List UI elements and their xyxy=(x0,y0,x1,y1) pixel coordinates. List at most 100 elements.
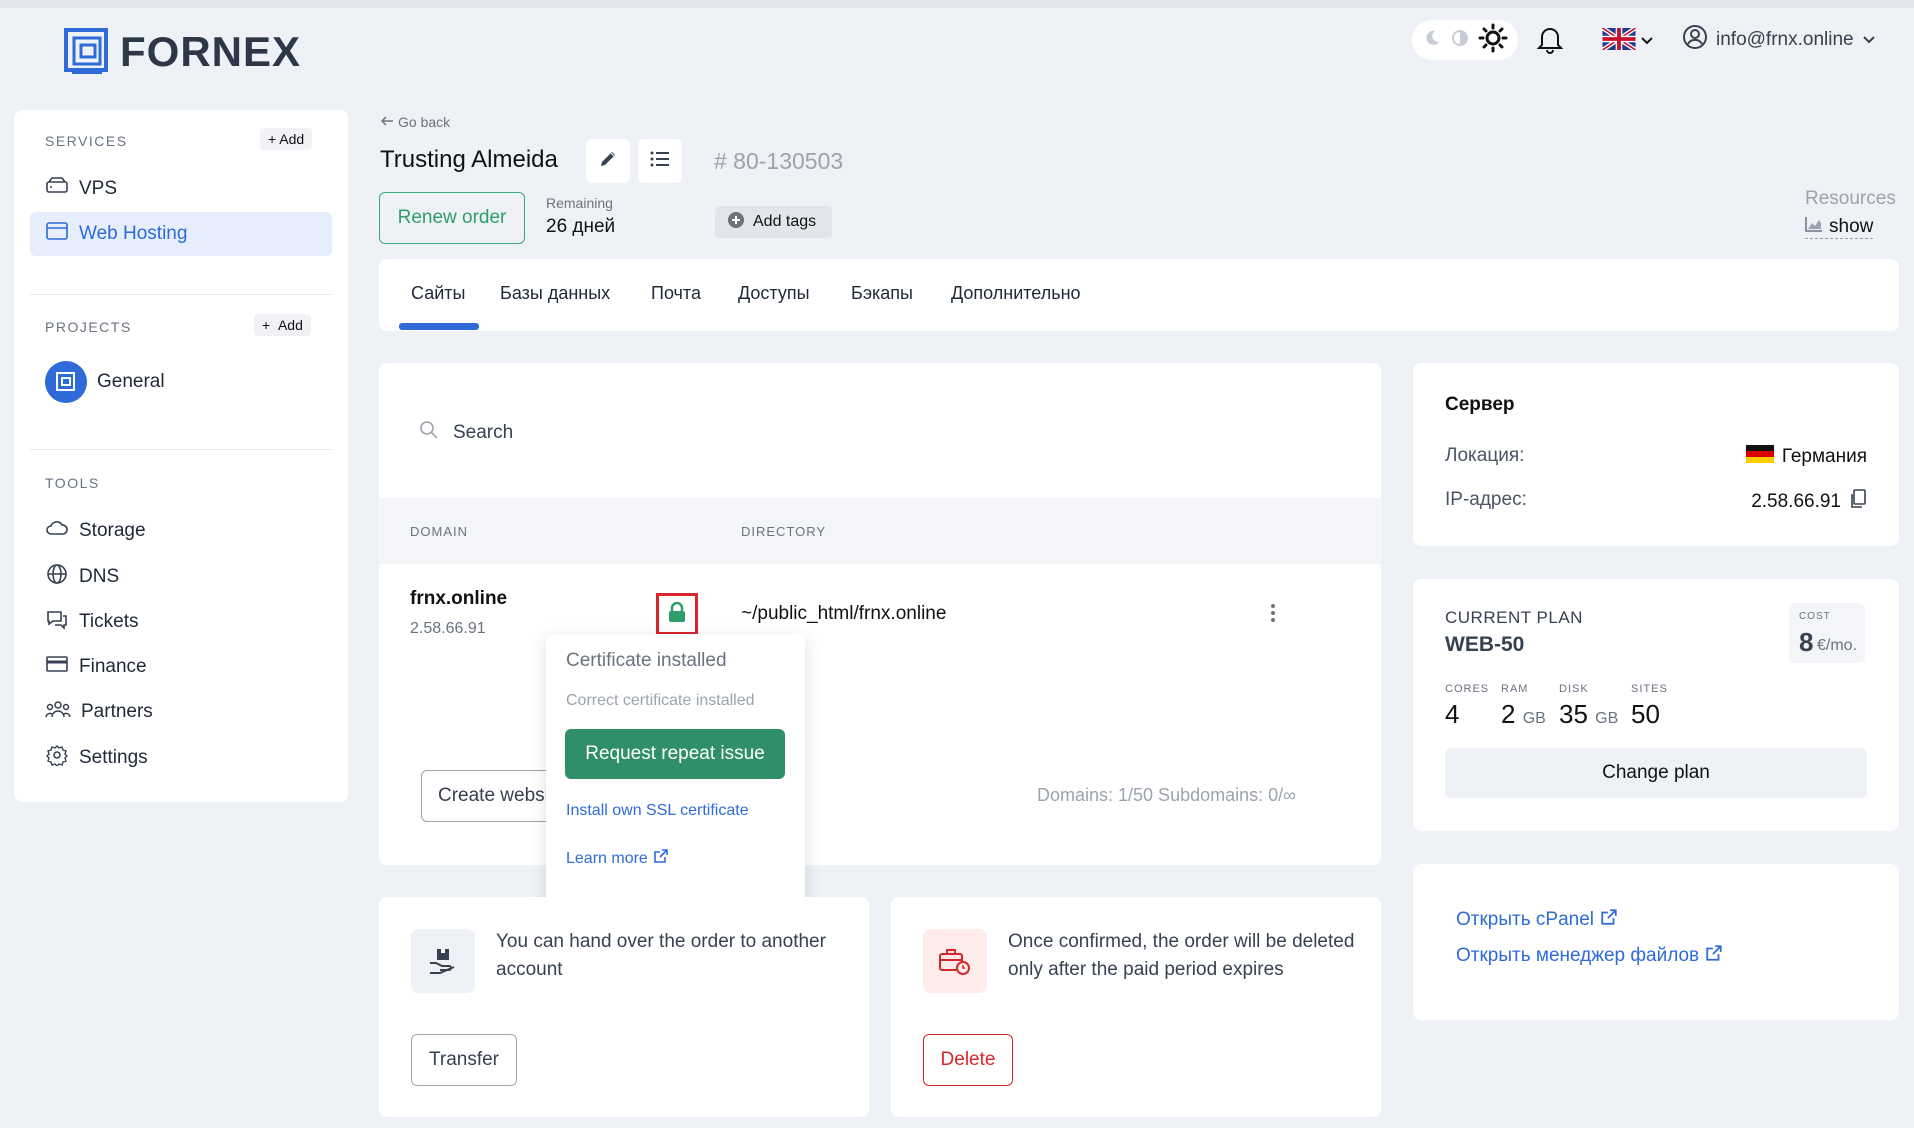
sidebar-item-storage[interactable]: Storage xyxy=(45,518,146,544)
user-email: info@frnx.online xyxy=(1716,29,1854,50)
spec-cores-label: CORES xyxy=(1445,683,1490,695)
renew-order-button[interactable]: Renew order xyxy=(379,192,525,244)
pencil-icon xyxy=(597,148,619,175)
tab-mail[interactable]: Почта xyxy=(651,283,701,304)
services-label: SERVICES xyxy=(45,133,128,149)
server-icon xyxy=(45,176,69,202)
sites-panel: Search DOMAIN DIRECTORY frnx.online 2.58… xyxy=(379,363,1381,865)
card-icon xyxy=(45,654,69,680)
resources-show-label: show xyxy=(1829,216,1874,237)
globe-icon xyxy=(45,563,69,591)
briefcase-clock-icon xyxy=(923,929,987,993)
disk-number: 35 xyxy=(1559,699,1588,729)
lock-icon xyxy=(667,601,687,628)
users-icon xyxy=(45,699,71,725)
list-button[interactable] xyxy=(638,139,682,183)
sidebar: SERVICES + Add VPS Web Hosting PROJECTS … xyxy=(14,110,348,802)
sidebar-item-finance[interactable]: Finance xyxy=(45,654,147,680)
tab-sites[interactable]: Сайты xyxy=(411,283,465,304)
learn-more-link[interactable]: Learn more xyxy=(566,848,669,869)
location-text: Германия xyxy=(1781,446,1867,467)
domain-name[interactable]: frnx.online xyxy=(410,588,507,610)
sidebar-item-vps[interactable]: VPS xyxy=(45,176,117,202)
cost-unit: €/mo. xyxy=(1817,637,1858,654)
tab-access[interactable]: Доступы xyxy=(738,283,810,304)
language-selector[interactable] xyxy=(1601,26,1654,55)
open-cpanel-link[interactable]: Открыть cPanel xyxy=(1456,908,1618,932)
go-back-link[interactable]: Go back xyxy=(380,114,450,130)
sidebar-item-label: VPS xyxy=(79,178,118,199)
ssl-popover-subtitle: Correct certificate installed xyxy=(566,692,755,709)
request-repeat-issue-button[interactable]: Request repeat issue xyxy=(565,729,785,779)
plan-card: CURRENT PLAN WEB-50 COST 8 €/mo. CORES 4… xyxy=(1413,579,1899,831)
projects-label: PROJECTS xyxy=(45,319,132,335)
copy-icon[interactable] xyxy=(1849,489,1867,515)
divider xyxy=(30,294,332,295)
sidebar-item-dns[interactable]: DNS xyxy=(45,563,119,591)
add-service-button[interactable]: + Add xyxy=(260,128,313,150)
project-item-general[interactable]: General xyxy=(45,361,165,403)
sidebar-item-label: Tickets xyxy=(79,611,139,632)
sidebar-item-settings[interactable]: Settings xyxy=(45,744,148,772)
plan-label: CURRENT PLAN xyxy=(1445,608,1583,627)
bell-icon[interactable] xyxy=(1536,24,1564,59)
sidebar-item-tickets[interactable]: Tickets xyxy=(45,608,138,636)
delete-button[interactable]: Delete xyxy=(923,1034,1013,1086)
gear-icon xyxy=(45,744,69,772)
spec-cores-value: 4 xyxy=(1445,699,1460,729)
location-label: Локация: xyxy=(1445,445,1525,466)
search-input[interactable]: Search xyxy=(453,422,513,444)
remaining-label: Remaining xyxy=(546,195,613,211)
resources-label: Resources xyxy=(1805,188,1896,209)
active-tab-indicator xyxy=(399,323,479,330)
server-title: Сервер xyxy=(1445,394,1515,415)
order-id: # 80-130503 xyxy=(714,148,844,174)
tab-backups[interactable]: Бэкапы xyxy=(851,283,913,304)
sun-icon[interactable] xyxy=(1478,23,1508,58)
external-link-icon xyxy=(653,848,669,869)
auto-theme-icon[interactable] xyxy=(1450,28,1470,53)
moon-icon[interactable] xyxy=(1422,28,1442,53)
tab-additional[interactable]: Дополнительно xyxy=(951,283,1081,304)
tab-databases[interactable]: Базы данных xyxy=(500,283,610,304)
cost-value: 8 xyxy=(1799,627,1814,657)
germany-flag-icon xyxy=(1745,445,1774,469)
user-menu[interactable]: info@frnx.online xyxy=(1682,24,1876,56)
add-tags-button[interactable]: Add tags xyxy=(715,206,833,238)
spec-sites-label: SITES xyxy=(1631,683,1668,695)
add-project-button[interactable]: + Add xyxy=(254,314,311,336)
delete-card: Once confirmed, the order will be delete… xyxy=(891,897,1381,1117)
open-file-manager-link[interactable]: Открыть менеджер файлов xyxy=(1456,944,1723,968)
page-title: Trusting Almeida xyxy=(380,146,558,173)
chart-area-icon xyxy=(1805,216,1823,238)
sidebar-item-label: DNS xyxy=(79,566,120,587)
open-file-manager-label: Открыть менеджер файлов xyxy=(1456,945,1700,966)
sidebar-item-web-hosting[interactable]: Web Hosting xyxy=(30,212,332,256)
search-box[interactable]: Search xyxy=(419,420,513,446)
theme-switcher[interactable] xyxy=(1412,20,1518,60)
transfer-button[interactable]: Transfer xyxy=(411,1034,517,1086)
ram-unit: GB xyxy=(1522,710,1546,727)
external-link-icon xyxy=(1600,908,1618,932)
arrow-left-icon xyxy=(380,114,394,130)
transfer-box-icon xyxy=(411,929,475,993)
tabs-bar: Сайты Базы данных Почта Доступы Бэкапы Д… xyxy=(379,259,1899,331)
spec-ram-label: RAM xyxy=(1501,683,1529,695)
edit-button[interactable] xyxy=(586,139,630,183)
resources-show-link[interactable]: show xyxy=(1805,216,1874,239)
install-ssl-link[interactable]: Install own SSL certificate xyxy=(566,802,749,820)
search-icon xyxy=(419,420,439,446)
row-menu-icon[interactable] xyxy=(1271,604,1275,622)
plus-circle-icon xyxy=(727,211,745,234)
ssl-popover-title: Certificate installed xyxy=(566,650,727,671)
cost-box: COST 8 €/mo. xyxy=(1789,603,1865,663)
ssl-lock-button[interactable] xyxy=(656,593,698,635)
top-strip xyxy=(0,0,1914,8)
sidebar-item-label: Partners xyxy=(81,701,153,722)
sidebar-item-partners[interactable]: Partners xyxy=(45,699,153,725)
fornex-logo[interactable]: FORNEX xyxy=(64,28,301,76)
ip-value: 2.58.66.91 xyxy=(1751,489,1867,515)
change-plan-button[interactable]: Change plan xyxy=(1445,748,1867,798)
table-header: DOMAIN DIRECTORY xyxy=(379,498,1381,564)
column-directory: DIRECTORY xyxy=(741,524,827,539)
